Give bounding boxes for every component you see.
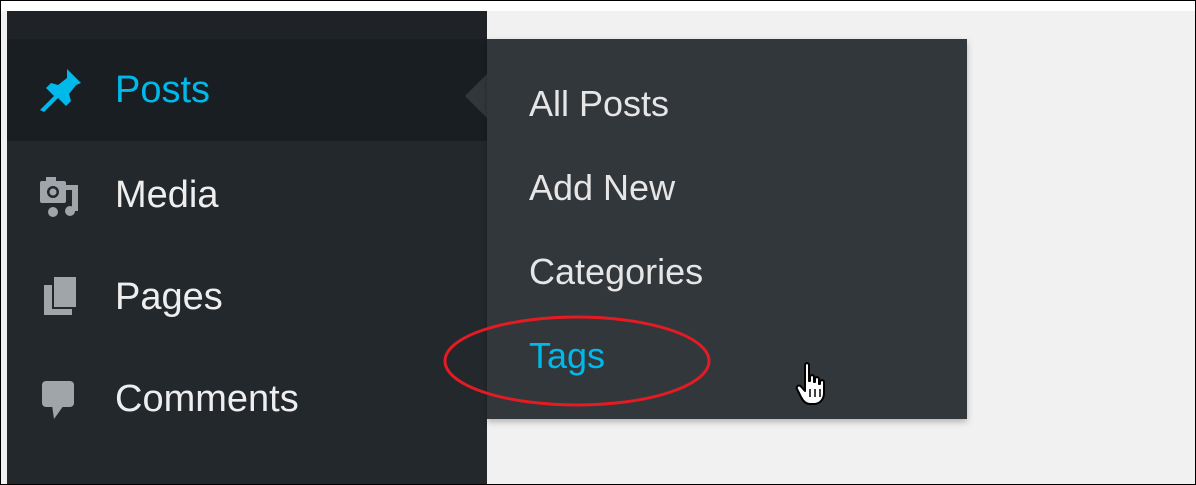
top-edge xyxy=(1,1,1195,11)
submenu-item-tags[interactable]: Tags xyxy=(529,335,605,377)
submenu-item-all-posts[interactable]: All Posts xyxy=(529,83,669,125)
sidebar-item-label: Media xyxy=(115,173,219,216)
screenshot-frame: Posts Media Pages Comments All Posts Add… xyxy=(0,0,1196,485)
submenu-item-categories[interactable]: Categories xyxy=(529,251,703,293)
submenu-item-add-new[interactable]: Add New xyxy=(529,167,675,209)
admin-sidebar: Posts Media Pages Comments xyxy=(7,11,487,484)
media-icon xyxy=(33,168,87,222)
sidebar-item-label: Posts xyxy=(115,68,211,111)
posts-submenu: All Posts Add New Categories Tags xyxy=(487,39,967,419)
pin-icon xyxy=(33,63,87,117)
sidebar-item-pages[interactable]: Pages xyxy=(7,247,487,347)
flyout-pointer xyxy=(465,74,487,118)
pages-icon xyxy=(33,270,87,324)
hand-pointer-icon xyxy=(795,362,825,405)
sidebar-item-comments[interactable]: Comments xyxy=(7,349,487,449)
sidebar-item-media[interactable]: Media xyxy=(7,145,487,245)
sidebar-item-label: Comments xyxy=(115,377,299,420)
comment-icon xyxy=(33,372,87,426)
sidebar-item-label: Pages xyxy=(115,275,223,318)
sidebar-top-strip xyxy=(7,11,487,39)
sidebar-item-posts[interactable]: Posts xyxy=(7,39,487,141)
